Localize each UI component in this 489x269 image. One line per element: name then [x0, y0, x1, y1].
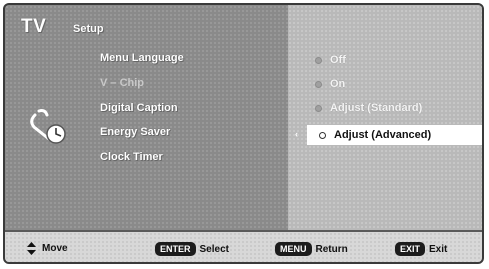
up-down-arrows-icon [27, 242, 36, 255]
radio-icon [315, 80, 322, 88]
radio-icon [315, 104, 322, 112]
footer-return-label: Return [315, 243, 348, 255]
option-label: Off [330, 54, 346, 66]
radio-icon [315, 56, 322, 64]
footer-move: Move [27, 242, 68, 255]
footer-return: MENU Return [275, 242, 348, 256]
footer-move-label: Move [42, 243, 68, 254]
footer-exit: EXIT Exit [395, 242, 447, 256]
selection-pointer-icon: ‹ [295, 129, 298, 139]
option-on[interactable]: On [315, 75, 345, 93]
setup-wrench-clock-icon [25, 103, 71, 149]
tv-osd-frame: TV Setup Menu Language V – Chip Digital … [3, 3, 484, 264]
options-panel [288, 5, 482, 230]
menu-item-clock-timer[interactable]: Clock Timer [100, 151, 163, 163]
footer-select: ENTER Select [155, 242, 229, 256]
menu-item-digital-caption[interactable]: Digital Caption [100, 102, 178, 114]
enter-key-badge: ENTER [155, 242, 196, 256]
option-adjust-standard[interactable]: Adjust (Standard) [315, 99, 422, 117]
menu-item-energy-saver[interactable]: Energy Saver [100, 126, 170, 138]
exit-key-badge: EXIT [395, 242, 426, 256]
option-label: On [330, 78, 346, 90]
option-off[interactable]: Off [315, 51, 346, 69]
menu-item-menu-language[interactable]: Menu Language [100, 52, 184, 64]
footer-exit-label: Exit [429, 243, 448, 255]
radio-selected-icon [319, 131, 326, 139]
menu-key-badge: MENU [275, 242, 312, 256]
option-adjust-advanced[interactable]: Adjust (Advanced) [307, 125, 482, 145]
menu-item-v-chip[interactable]: V – Chip [100, 77, 144, 89]
footer-select-label: Select [199, 243, 229, 255]
setup-section-title: Setup [73, 23, 104, 35]
tv-title: TV [21, 16, 47, 37]
option-label: Adjust (Standard) [330, 102, 423, 114]
option-label: Adjust (Advanced) [334, 129, 432, 141]
